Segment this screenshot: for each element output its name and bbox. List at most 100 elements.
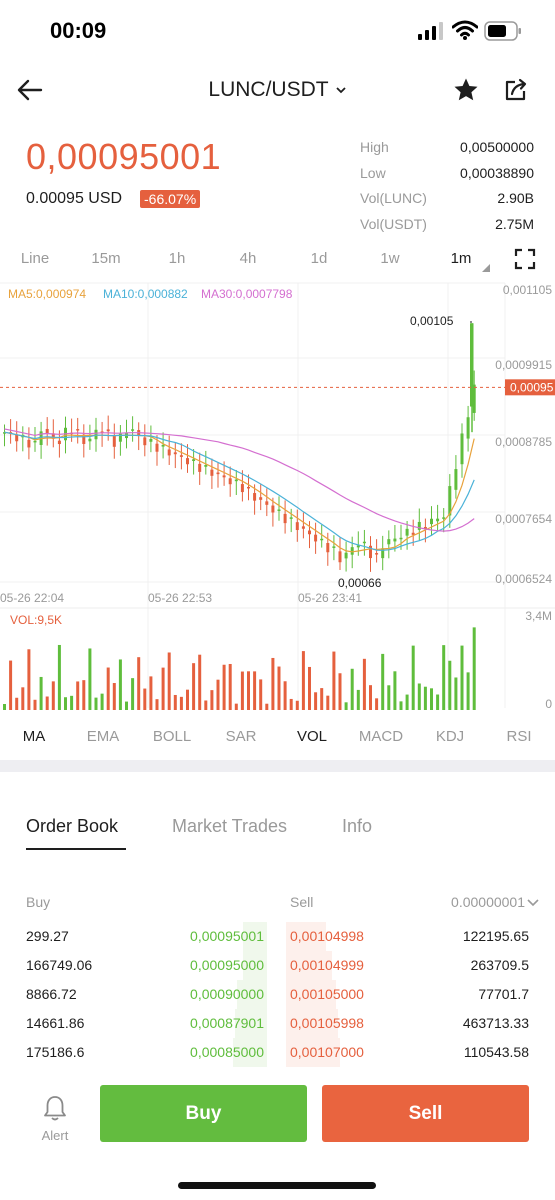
stat-vol-lunc: Vol(LUNC) 2.90B: [358, 190, 534, 210]
indicator-ma[interactable]: MA: [4, 728, 64, 745]
candle: [204, 465, 208, 467]
volume-bar: [228, 663, 232, 710]
indicator-ema[interactable]: EMA: [73, 728, 133, 745]
candle: [350, 547, 354, 555]
volume-bar: [64, 697, 67, 710]
candle: [399, 537, 403, 540]
y-tick: 0,0006524: [495, 572, 552, 586]
stat-high: High 0,00500000: [358, 139, 534, 159]
candle: [143, 437, 147, 446]
interval-15m[interactable]: 15m: [81, 250, 131, 267]
volume-bar: [210, 690, 214, 710]
volume-bar: [106, 667, 110, 710]
tab-info[interactable]: Info: [342, 816, 372, 837]
candle: [338, 551, 342, 563]
stat-value: 0,00038890: [460, 165, 534, 181]
volume-bar: [454, 677, 458, 710]
volume-bar: [314, 692, 318, 710]
volume-bar: [253, 671, 257, 710]
tab-order-book[interactable]: Order Book: [26, 816, 118, 837]
buy-qty: 175186.6: [26, 1044, 85, 1060]
buy-price: 0,00085000: [190, 1044, 264, 1060]
tab-market-trades[interactable]: Market Trades: [172, 816, 287, 837]
volume-bar: [320, 688, 324, 710]
ma10-line: [4, 431, 475, 551]
candle: [362, 541, 366, 544]
volume-bar: [131, 678, 135, 710]
candle: [326, 543, 330, 553]
sell-price: 0,00104999: [290, 957, 364, 973]
candle: [131, 429, 135, 431]
orderbook-row[interactable]: 175186.6 0,00085000 0,00107000 110543.58: [0, 1038, 555, 1067]
volume-bar: [356, 689, 360, 710]
chevron-down-icon: [527, 899, 539, 907]
candle: [112, 436, 116, 447]
status-bar: 00:09: [0, 0, 555, 62]
candle: [265, 501, 269, 505]
indicator-tabs: MA EMA BOLL SAR VOL MACD KDJ RSI: [0, 718, 555, 754]
volume-bar: [271, 657, 275, 710]
fullscreen-icon[interactable]: [514, 248, 536, 270]
interval-1h[interactable]: 1h: [152, 250, 202, 267]
volume-bar: [192, 663, 196, 710]
volume-bar: [277, 666, 281, 710]
volume-bars: [3, 627, 476, 710]
orderbook-row[interactable]: 299.27 0,00095001 0,00104998 122195.65: [0, 922, 555, 951]
volume-bar: [411, 645, 415, 710]
sell-button[interactable]: Sell: [322, 1085, 529, 1142]
stat-value: 2.75M: [495, 216, 534, 232]
alert-button[interactable]: Alert: [30, 1094, 80, 1154]
sell-qty: 122195.65: [462, 928, 529, 944]
indicator-vol[interactable]: VOL: [282, 728, 342, 745]
usd-price: 0.00095 USD: [26, 190, 123, 207]
candle: [57, 440, 61, 445]
max-price-label: 0,00105: [410, 314, 454, 328]
interval-4h[interactable]: 4h: [223, 250, 273, 267]
interval-1w[interactable]: 1w: [365, 250, 415, 267]
candle: [332, 546, 336, 548]
volume-bar: [33, 699, 37, 710]
indicator-boll[interactable]: BOLL: [142, 728, 202, 745]
stat-vol-usdt: Vol(USDT) 2.75M: [358, 216, 534, 236]
buy-button[interactable]: Buy: [100, 1085, 307, 1142]
volume-bar: [234, 703, 238, 710]
volume-bar: [289, 698, 293, 710]
candle: [442, 517, 446, 519]
interval-1d[interactable]: 1d: [294, 250, 344, 267]
indicator-sar[interactable]: SAR: [211, 728, 271, 745]
orderbook-row[interactable]: 166749.06 0,00095000 0,00104999 263709.5: [0, 951, 555, 980]
share-icon[interactable]: [502, 76, 530, 104]
volume-bar: [369, 685, 372, 710]
volume-bar: [100, 693, 104, 710]
interval-1m[interactable]: 1m: [436, 250, 486, 267]
volume-bar: [173, 694, 177, 710]
candle: [186, 458, 189, 465]
indicator-rsi[interactable]: RSI: [489, 728, 549, 745]
volume-bar: [21, 687, 25, 710]
buy-qty: 8866.72: [26, 986, 77, 1002]
volume-bar: [265, 703, 269, 710]
active-tab-underline: [26, 848, 126, 850]
volume-bar: [332, 651, 336, 710]
orderbook-row[interactable]: 8866.72 0,00090000 0,00105000 77701.7: [0, 980, 555, 1009]
candle: [314, 534, 318, 542]
sell-price: 0,00107000: [290, 1044, 364, 1060]
volume-bar: [283, 681, 287, 710]
y-tick: 0,0008785: [495, 435, 552, 449]
star-icon[interactable]: [452, 76, 480, 104]
candle: [155, 443, 159, 452]
indicator-macd[interactable]: MACD: [351, 728, 411, 745]
sell-price: 0,00105000: [290, 986, 364, 1002]
candle: [161, 444, 165, 447]
interval-line[interactable]: Line: [10, 250, 60, 267]
price-chart[interactable]: 0,00095 MA5:0,000974 MA10:0,000882 MA30:…: [0, 278, 555, 714]
indicator-kdj[interactable]: KDJ: [420, 728, 480, 745]
stat-low: Low 0,00038890: [358, 165, 534, 185]
candle: [301, 526, 305, 529]
buy-qty: 14661.86: [26, 1015, 85, 1031]
precision-selector[interactable]: 0.00000001: [451, 894, 525, 910]
orderbook-row[interactable]: 14661.86 0,00087901 0,00105998 463713.33: [0, 1009, 555, 1038]
stat-label: Vol(LUNC): [360, 190, 427, 206]
candle: [88, 438, 92, 442]
candle: [470, 323, 474, 407]
